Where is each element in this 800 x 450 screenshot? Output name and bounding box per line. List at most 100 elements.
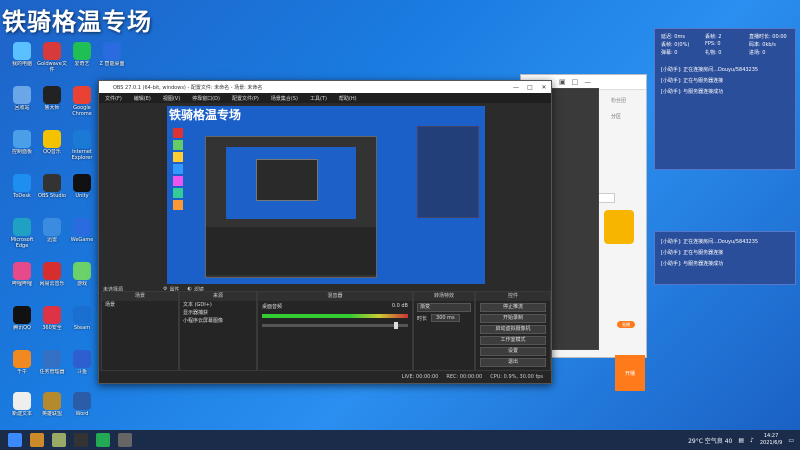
control-buttons: 停止推流开始录制启动虚拟摄像机 工作室模式设置退出	[476, 303, 550, 367]
app-icon	[13, 392, 31, 410]
chat-panel-top[interactable]: 延迟: 0ms 丢帧: 2 直播时长: 00:00 丢帧: 0(0%) FPS: 0 码率…	[654, 28, 796, 170]
control-button[interactable]: 设置	[480, 347, 546, 356]
weather-text[interactable]: 29°C 空气良 40	[688, 436, 732, 445]
stat-item: 弹幕: 0	[661, 50, 678, 56]
sources-list: 文本 (GDI+) 显示器捕获 小程序云屏幕图像	[180, 301, 256, 325]
app-icon	[43, 392, 61, 410]
speaker-icon[interactable]: ♪	[750, 437, 754, 444]
clock-date: 2021/6/9	[759, 440, 783, 446]
desktop-icon[interactable]: 网易云音乐	[36, 262, 68, 293]
stat-item: 直播时长: 00:00	[749, 34, 787, 40]
menu-item[interactable]: 视图(V)	[157, 95, 186, 102]
desktop-icon[interactable]: 回收站	[6, 86, 38, 117]
minimize-icon[interactable]: —	[509, 84, 523, 91]
desktop-icon[interactable]: 腾讯QQ	[6, 306, 38, 337]
dark-overlay-window	[545, 88, 599, 350]
app-icon	[13, 350, 31, 368]
notification-icon[interactable]: ▭	[788, 437, 794, 444]
network-icon[interactable]: ▤	[738, 437, 744, 444]
sources-dock[interactable]: 来源 文本 (GDI+) 显示器捕获 小程序云屏幕图像	[179, 291, 257, 371]
desktop-icon[interactable]: 360安全	[36, 306, 68, 337]
mixer-track-name: 桌面音频	[262, 304, 283, 310]
desktop-icon[interactable]: 斗鱼	[66, 350, 98, 381]
desktop-icon[interactable]: Unity	[66, 174, 98, 205]
transition-select[interactable]: 渐变	[417, 303, 471, 312]
obs-window[interactable]: OBS 27.0.1 (64-bit, windows) - 配置文件: 未命名…	[98, 80, 552, 384]
stat-item: 礼物: 0	[705, 50, 722, 56]
app-icon	[13, 218, 31, 236]
control-button[interactable]: 工作室模式	[480, 336, 546, 345]
go-live-button[interactable]: 开播	[615, 355, 645, 391]
desktop-icon-label: 回收站	[14, 105, 30, 111]
taskbar-app-icon[interactable]	[118, 433, 132, 447]
control-button[interactable]: 开始录制	[480, 314, 546, 323]
live-badge[interactable]: 直播	[617, 321, 635, 328]
desktop-icon[interactable]: Goldwave文件	[36, 42, 68, 73]
desktop-icon[interactable]: OBS Studio	[36, 174, 68, 205]
desktop-icon[interactable]: QQ音乐	[36, 130, 68, 161]
menu-item[interactable]: 文件(F)	[99, 95, 128, 102]
scene-item[interactable]: 场景	[102, 301, 178, 309]
source-item[interactable]: 小程序云屏幕图像	[180, 317, 256, 325]
desktop-icon[interactable]: 哔哩哔哩	[6, 262, 38, 293]
desktop-icon[interactable]: Google Chrome	[66, 86, 98, 117]
shirt-icon[interactable]: ▣	[559, 78, 566, 86]
chat-panel-bottom[interactable]: [小助手]: 正在连接房间...Douyu/5843235 [小助手]: 正在与服…	[654, 231, 796, 285]
browser-tab[interactable]: 粉丝团	[611, 97, 626, 104]
sources-header: 来源	[180, 292, 256, 301]
duration-input[interactable]: 300 ms	[431, 314, 460, 322]
desktop-icon[interactable]: 控制面板	[6, 130, 38, 161]
desktop-icon[interactable]: 千牛	[6, 350, 38, 381]
control-button[interactable]: 停止推流	[480, 303, 546, 312]
menu-item[interactable]: 帮助(H)	[333, 95, 363, 102]
desktop-icon-label: WeGame	[70, 237, 94, 243]
close-icon[interactable]: ✕	[537, 84, 551, 91]
desktop-icon[interactable]: 游戏	[66, 262, 98, 293]
control-button[interactable]: 启动虚拟摄像机	[480, 325, 546, 334]
source-item[interactable]: 文本 (GDI+)	[180, 301, 256, 309]
menu-item[interactable]: 工具(T)	[304, 95, 333, 102]
desktop-icon[interactable]: 英雄联盟	[36, 392, 68, 423]
desktop-icon[interactable]: 任务管理器	[36, 350, 68, 381]
scenes-dock[interactable]: 场景 场景	[101, 291, 179, 371]
desktop-icon[interactable]: 鲁大师	[36, 86, 68, 117]
mixer-dock[interactable]: 混音器 桌面音频 0.0 dB	[257, 291, 413, 371]
start-icon[interactable]	[8, 433, 22, 447]
desktop-icon[interactable]: WeGame	[66, 218, 98, 249]
taskbar-obs-icon[interactable]	[74, 433, 88, 447]
menu-item[interactable]: 配置文件(P)	[226, 95, 265, 102]
source-item[interactable]: 显示器捕获	[180, 309, 256, 317]
maximize-icon[interactable]: □	[523, 84, 537, 91]
obs-preview[interactable]: 铁骑格温专场	[167, 106, 485, 284]
control-button[interactable]: 退出	[480, 358, 546, 367]
volume-handle[interactable]	[394, 322, 398, 329]
desktop-icon[interactable]: Internet Explorer	[66, 130, 98, 161]
taskbar-app-icon[interactable]	[52, 433, 66, 447]
desktop-icon[interactable]: 爱奇艺	[66, 42, 98, 73]
obs-title: OBS 27.0.1 (64-bit, windows) - 配置文件: 未命名…	[113, 84, 263, 91]
taskbar-app-icon[interactable]	[96, 433, 110, 447]
obs-statusbar: LIVE: 00:00:00 REC: 00:00:00 CPU: 0.9%, …	[99, 371, 551, 383]
mixer-db: 0.0 dB	[391, 303, 408, 309]
desktop-icon[interactable]: 新建文本	[6, 392, 38, 423]
volume-slider[interactable]	[262, 322, 408, 329]
desktop-icon[interactable]: Z 智能桌面	[96, 42, 128, 73]
clock[interactable]: 14:27 2021/6/9	[760, 433, 782, 447]
controls-dock[interactable]: 控件 停止推流开始录制启动虚拟摄像机 工作室模式设置退出	[475, 291, 551, 371]
minimize-icon[interactable]: —	[584, 78, 591, 86]
desktop-icon[interactable]: Steam	[66, 306, 98, 337]
menu-item[interactable]: 停靠窗口(D)	[186, 95, 226, 102]
transitions-dock[interactable]: 转场特效 渐变 时长 300 ms	[413, 291, 475, 371]
desktop-icon[interactable]: 我的电脑	[6, 42, 38, 73]
menu-item[interactable]: 编辑(E)	[128, 95, 157, 102]
desktop-icon[interactable]: 迅雷	[36, 218, 68, 249]
controls-header: 控件	[476, 292, 550, 301]
square-icon[interactable]: □	[572, 78, 579, 86]
taskbar-app-icon[interactable]	[30, 433, 44, 447]
desktop-icon[interactable]: Microsoft Edge	[6, 218, 38, 249]
app-icon	[43, 306, 61, 324]
menu-item[interactable]: 场景集合(S)	[265, 95, 304, 102]
preview-title: 铁骑格温专场	[169, 108, 242, 122]
desktop-icon[interactable]: Word	[66, 392, 98, 423]
desktop-icon[interactable]: ToDesk	[6, 174, 38, 205]
